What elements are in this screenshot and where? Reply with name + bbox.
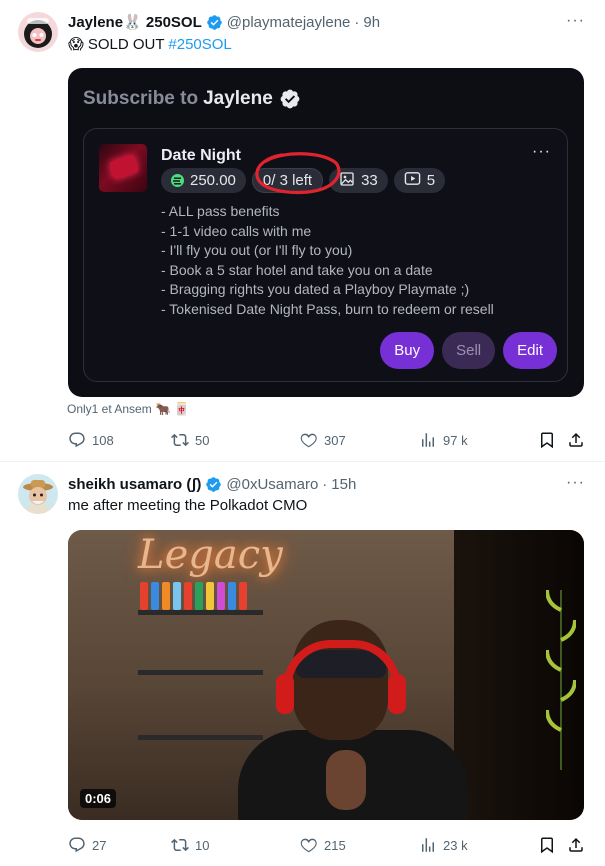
images-count: 33: [361, 172, 378, 189]
shelf: [138, 610, 263, 615]
author-name[interactable]: Jaylene🐰 250SOL: [68, 13, 202, 31]
like-count: 215: [324, 837, 346, 853]
card-title: Subscribe to Jaylene: [83, 88, 301, 110]
benefit-item: - I'll fly you out (or I'll fly to you): [161, 242, 353, 258]
videos-count: 5: [426, 172, 436, 189]
creator-verified-icon: [279, 88, 301, 110]
tweet-text: me after meeting the Polkadot CMO: [68, 497, 308, 514]
pass-thumbnail: [99, 144, 147, 192]
reply-count: 108: [92, 432, 114, 448]
views-icon: [419, 836, 437, 854]
pass-card[interactable]: Date Night ··· 250.00 0/ 3 left 33 5 - A…: [83, 128, 568, 382]
images-chip: 33: [329, 168, 388, 193]
edit-button[interactable]: Edit: [503, 332, 557, 369]
views-button[interactable]: 23 k: [419, 836, 468, 854]
price-value: 250.00: [190, 172, 236, 189]
retweet-icon: [171, 836, 189, 854]
videos-chip: 5: [393, 168, 446, 193]
creator-name: Jaylene: [203, 88, 273, 109]
tweet-text-main: SOLD OUT: [87, 36, 165, 53]
hashtag-link[interactable]: #250SOL: [168, 36, 231, 53]
share-icon: [567, 836, 585, 854]
benefit-item: - Bragging rights you dated a Playboy Pl…: [161, 281, 470, 297]
separator-dot: ·: [354, 13, 360, 31]
bookmark-button[interactable]: [538, 836, 556, 854]
liked-by-emoji: 🐂 🀄: [155, 402, 189, 416]
reply-button[interactable]: 108: [68, 431, 114, 449]
tweet-text: 😱 SOLD OUT #250SOL: [68, 35, 232, 53]
retweet-count: 10: [195, 837, 210, 853]
video-icon: [404, 171, 421, 190]
avatar-usamaro[interactable]: [18, 474, 58, 514]
retweet-count: 50: [195, 432, 210, 448]
benefit-item: - Tokenised Date Night Pass, burn to red…: [161, 300, 494, 317]
views-button[interactable]: 97 k: [419, 431, 468, 449]
plant: [546, 589, 576, 770]
subscribe-label: Subscribe to: [83, 88, 199, 109]
pass-actions: Buy Sell Edit: [380, 332, 557, 369]
views-count: 97 k: [443, 432, 468, 448]
bookmark-button[interactable]: [538, 431, 556, 449]
pass-chips: 250.00 0/ 3 left 33 5: [161, 168, 446, 193]
bookmark-icon: [538, 836, 556, 854]
social-context[interactable]: Only1 et Ansem 🐂 🀄: [67, 402, 189, 416]
separator-dot: ·: [322, 475, 328, 493]
reply-icon: [68, 431, 86, 449]
benefits-list: - ALL pass benefits - 1-1 video calls wi…: [161, 202, 494, 319]
price-chip: 250.00: [161, 168, 246, 193]
video-duration: 0:06: [80, 789, 117, 808]
views-count: 23 k: [443, 837, 468, 853]
person: [238, 620, 468, 820]
solana-icon: [171, 174, 184, 187]
share-button[interactable]: [567, 836, 585, 854]
image-icon: [339, 171, 355, 191]
share-button[interactable]: [567, 431, 585, 449]
neon-sign: Legacy: [138, 532, 283, 578]
tweet-actions: 27 10 215 23 k: [68, 835, 587, 855]
benefit-item: - ALL pass benefits: [161, 203, 280, 219]
more-options-button[interactable]: ···: [566, 474, 585, 492]
tweet-header: sheikh usamaro (ʃ) @0xUsamaro · 15h ···: [68, 474, 585, 494]
benefit-item: - 1-1 video calls with me: [161, 222, 312, 239]
remaining-chip: 0/ 3 left: [251, 168, 324, 193]
verified-badge-icon: [205, 476, 222, 493]
scream-emoji: 😱: [68, 36, 84, 53]
buy-button[interactable]: Buy: [380, 332, 435, 369]
remaining-value: 0/ 3 left: [262, 172, 313, 189]
like-icon: [300, 836, 318, 854]
avatar-jaylene[interactable]: [18, 12, 58, 52]
reply-button[interactable]: 27: [68, 836, 106, 854]
shelf-cans: [140, 582, 247, 610]
author-handle[interactable]: @0xUsamaro: [226, 476, 318, 493]
more-options-button[interactable]: ···: [566, 12, 585, 30]
sell-button[interactable]: Sell: [442, 332, 496, 369]
reply-count: 27: [92, 837, 107, 853]
tweet-header: Jaylene🐰 250SOL @playmatejaylene · 9h ··…: [68, 12, 585, 32]
like-count: 307: [324, 432, 346, 448]
tweet-time[interactable]: 15h: [331, 476, 356, 493]
like-button[interactable]: 215: [300, 836, 346, 854]
views-icon: [419, 431, 437, 449]
verified-badge-icon: [206, 14, 223, 31]
retweet-button[interactable]: 50: [171, 431, 209, 449]
tweet-time[interactable]: 9h: [363, 14, 380, 31]
author-handle[interactable]: @playmatejaylene: [227, 14, 351, 31]
video-player[interactable]: Legacy 0:06: [68, 530, 584, 820]
benefit-item: - Book a 5 star hotel and take you on a …: [161, 261, 433, 278]
retweet-icon: [171, 431, 189, 449]
tweet-usamaro[interactable]: sheikh usamaro (ʃ) @0xUsamaro · 15h ··· …: [0, 462, 605, 866]
like-icon: [300, 431, 318, 449]
tweet-actions: 108 50 307 97 k: [68, 430, 587, 450]
pass-name: Date Night: [161, 147, 241, 164]
subscription-card[interactable]: Subscribe to Jaylene Date Night ··· 250.…: [68, 68, 584, 397]
retweet-button[interactable]: 10: [171, 836, 209, 854]
tweet-jaylene[interactable]: Jaylene🐰 250SOL @playmatejaylene · 9h ··…: [0, 0, 605, 462]
reply-icon: [68, 836, 86, 854]
author-name[interactable]: sheikh usamaro (ʃ): [68, 476, 201, 493]
like-button[interactable]: 307: [300, 431, 346, 449]
share-icon: [567, 431, 585, 449]
bookmark-icon: [538, 431, 556, 449]
liked-by-text: Only1 et Ansem: [67, 402, 152, 416]
pass-more-button[interactable]: ···: [532, 143, 551, 161]
